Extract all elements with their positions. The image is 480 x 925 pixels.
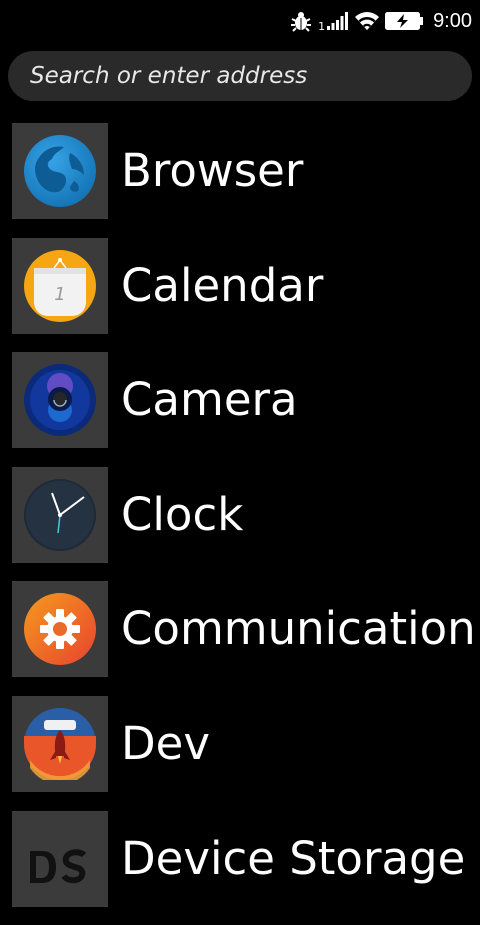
search-bar[interactable] <box>8 51 472 101</box>
signal-icon <box>327 12 349 30</box>
wifi-icon <box>355 12 380 30</box>
app-label: Dev <box>121 716 210 770</box>
app-label: Device Storage <box>121 831 466 885</box>
app-row-clock[interactable]: Clock <box>0 466 480 582</box>
app-row-dev[interactable]: Dev <box>0 695 480 811</box>
app-tile[interactable]: 1 <box>12 237 108 334</box>
app-tile[interactable] <box>12 466 108 563</box>
app-label: Clock <box>121 487 244 541</box>
communication-gear-icon <box>24 593 96 666</box>
app-tile[interactable] <box>12 695 108 792</box>
app-tile[interactable] <box>12 352 108 449</box>
firefox-browser-icon <box>24 135 96 207</box>
app-row-device-storage[interactable]: Device Storage <box>0 810 480 925</box>
clock-icon <box>24 478 96 551</box>
app-row-browser[interactable]: Browser <box>0 123 480 238</box>
app-row-calendar[interactable]: 1 Calendar <box>0 237 480 353</box>
svg-text:1: 1 <box>54 284 65 305</box>
camera-icon <box>24 364 96 437</box>
app-label: Camera <box>121 373 298 427</box>
app-tile[interactable] <box>12 123 108 219</box>
app-list: Browser 1 Calendar Camera Clock Communic… <box>0 123 480 925</box>
app-row-camera[interactable]: Camera <box>0 352 480 467</box>
search-input[interactable] <box>30 63 450 89</box>
app-label: Browser <box>121 144 304 197</box>
calendar-icon: 1 <box>24 249 96 322</box>
sim-slot-label: 1 <box>318 19 326 33</box>
app-tile[interactable] <box>12 810 108 907</box>
app-tile[interactable] <box>12 581 108 678</box>
battery-charging-icon <box>385 12 424 30</box>
app-row-communication[interactable]: Communication <box>0 581 480 696</box>
device-storage-icon <box>24 822 96 895</box>
bug-icon <box>290 10 312 32</box>
app-label: Calendar <box>121 258 324 312</box>
status-clock: 9:00 <box>433 9 472 32</box>
app-label: Communication <box>121 602 476 656</box>
status-bar: 1 9:00 <box>0 0 480 42</box>
rocket-icon <box>24 707 96 780</box>
